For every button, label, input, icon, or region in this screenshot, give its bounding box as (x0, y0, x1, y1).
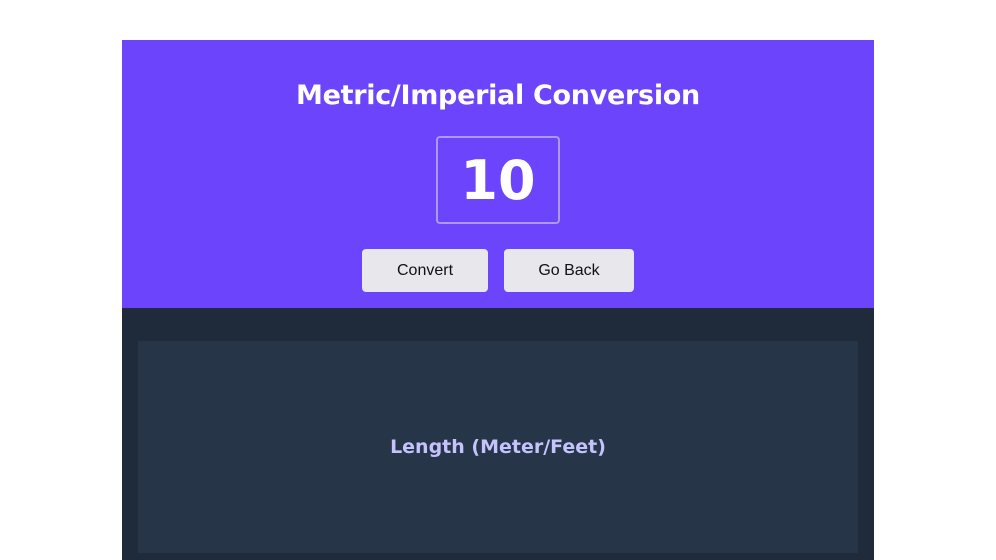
length-card-title: Length (Meter/Feet) (390, 436, 606, 458)
converter-app: Metric/Imperial Conversion Convert Go Ba… (122, 40, 874, 560)
value-input[interactable] (436, 136, 560, 224)
length-card: Length (Meter/Feet) (138, 341, 858, 553)
page-title: Metric/Imperial Conversion (296, 80, 700, 111)
converter-header: Metric/Imperial Conversion Convert Go Ba… (122, 40, 874, 308)
results-panel: Length (Meter/Feet) (122, 308, 874, 560)
button-row: Convert Go Back (362, 249, 634, 292)
go-back-button[interactable]: Go Back (504, 249, 634, 292)
convert-button[interactable]: Convert (362, 249, 488, 292)
